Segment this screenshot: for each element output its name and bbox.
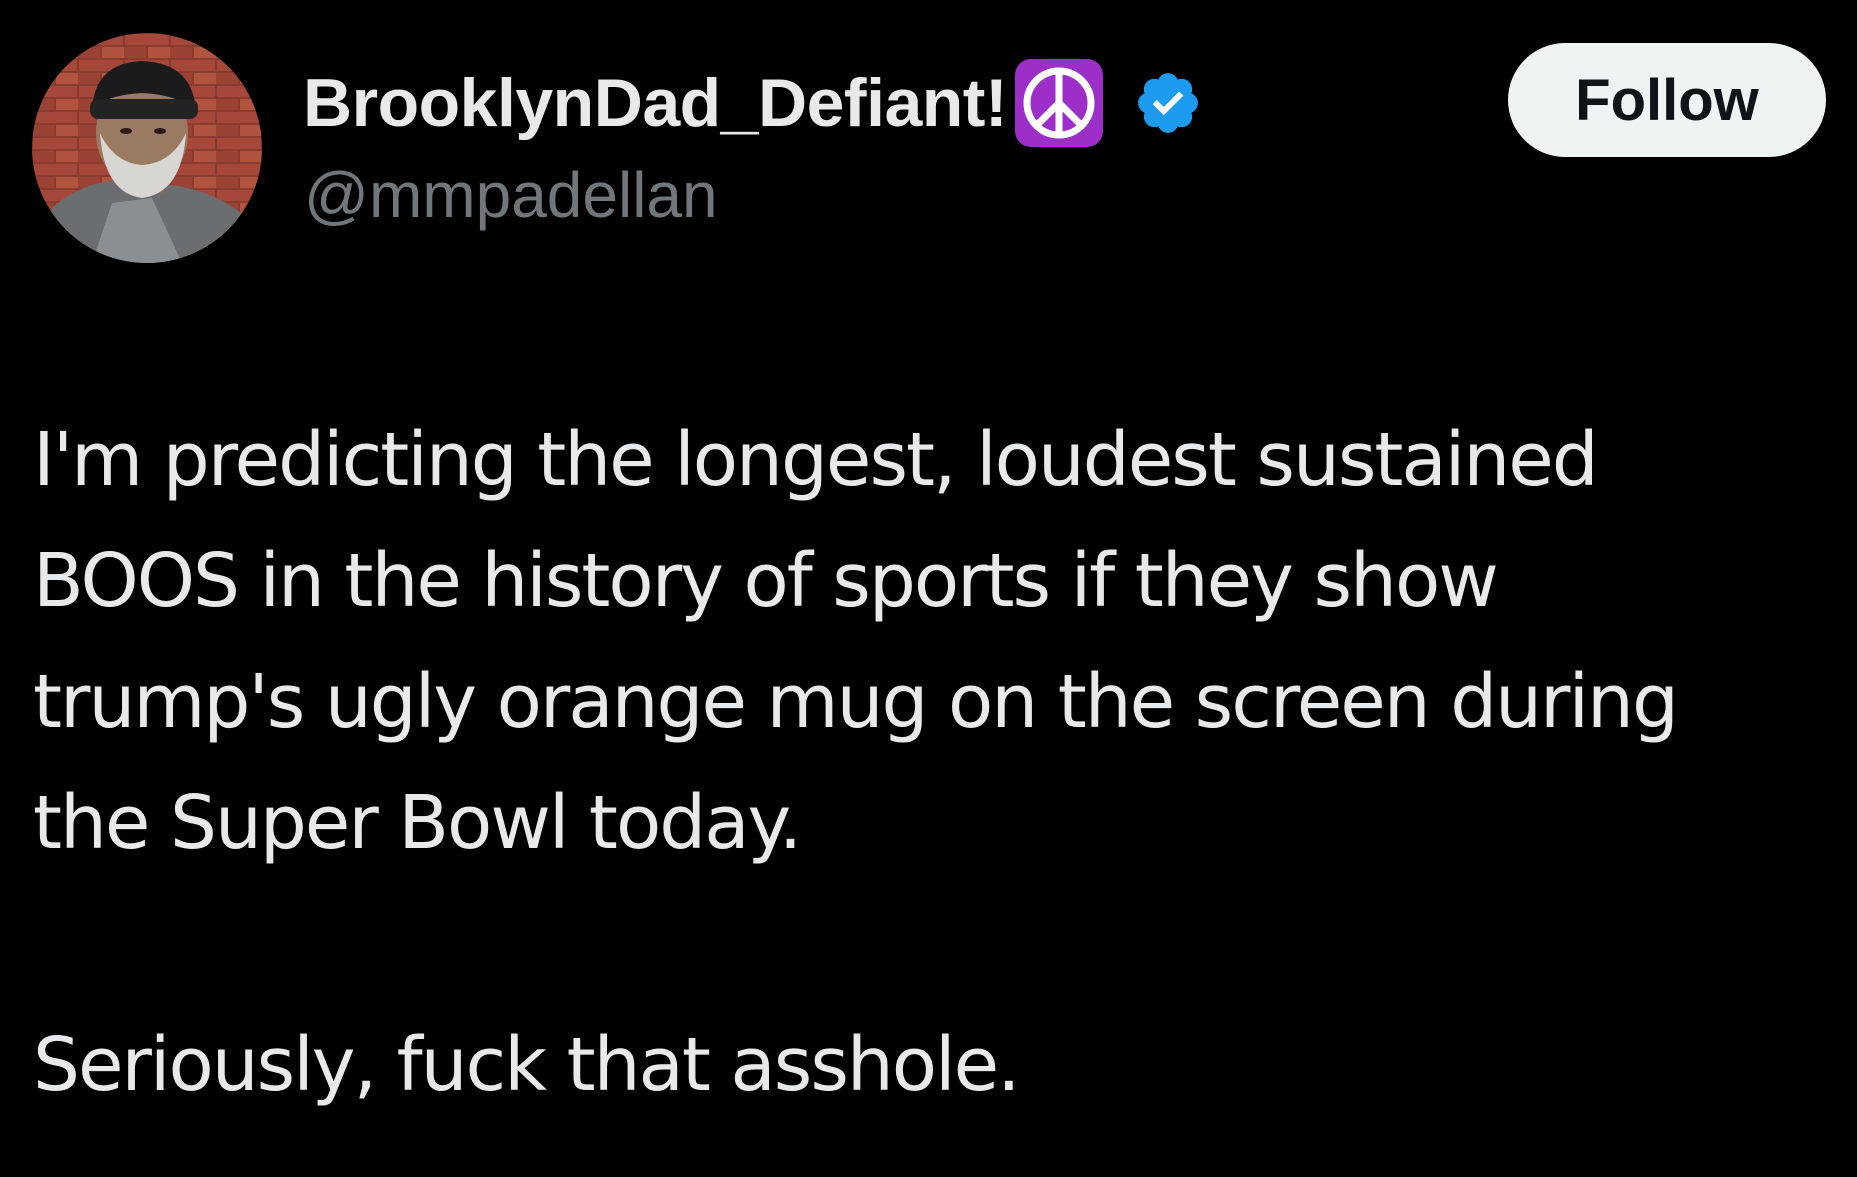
tweet-text-line: Seriously, fuck that asshole. bbox=[33, 1022, 1021, 1108]
verified-badge-icon[interactable] bbox=[1133, 68, 1203, 138]
tweet-text: I'm predicting the longest, loudest sust… bbox=[33, 400, 1833, 1126]
author-name-row: BrooklynDad_Defiant! bbox=[303, 58, 1203, 148]
tweet-text-line: BOOS in the history of sports if they sh… bbox=[33, 538, 1499, 624]
avatar[interactable] bbox=[32, 33, 262, 263]
author-handle[interactable]: @mmpadellan bbox=[304, 158, 718, 232]
tweet-text-line: trump's ugly orange mug on the screen du… bbox=[33, 659, 1679, 745]
tweet-text-line: the Super Bowl today. bbox=[33, 780, 802, 866]
tweet-card: BrooklynDad_Defiant! @mmpadellan Follow … bbox=[0, 0, 1857, 1177]
peace-symbol-icon bbox=[1011, 55, 1107, 151]
follow-button[interactable]: Follow bbox=[1508, 43, 1826, 157]
display-name[interactable]: BrooklynDad_Defiant! bbox=[303, 64, 1008, 142]
tweet-text-line: I'm predicting the longest, loudest sust… bbox=[33, 417, 1599, 503]
avatar-photo bbox=[32, 33, 262, 263]
